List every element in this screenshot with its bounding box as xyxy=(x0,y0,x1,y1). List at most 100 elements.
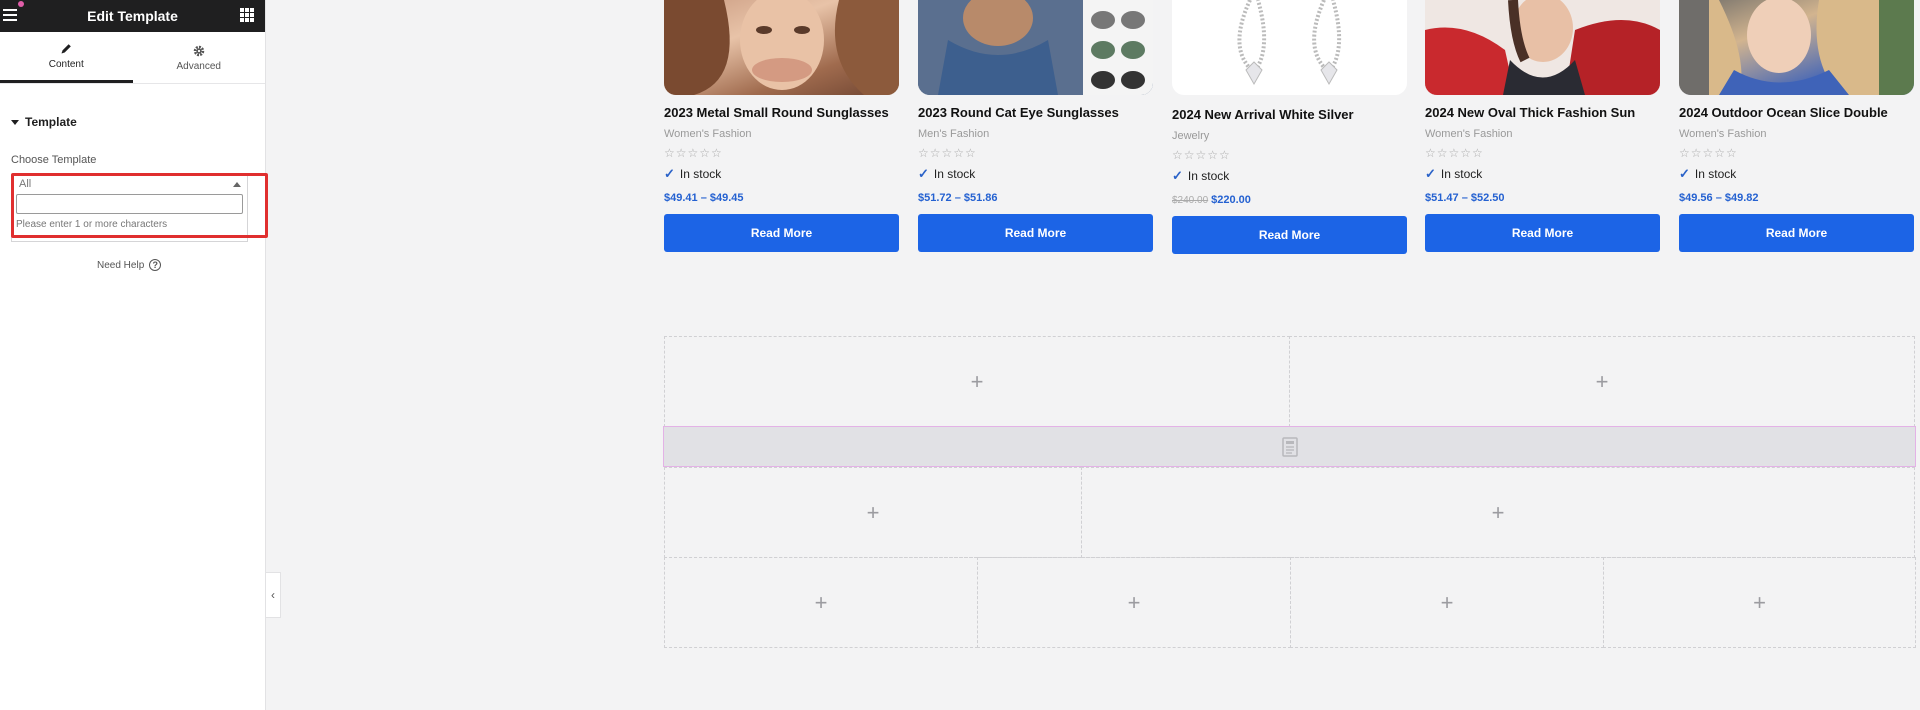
add-element-cell[interactable]: + xyxy=(664,336,1290,427)
editor-panel: Edit Template Content Advanced Template … xyxy=(0,0,266,710)
tab-advanced-label: Advanced xyxy=(176,60,221,72)
price-value: $51.72 – $51.86 xyxy=(918,192,998,204)
product-category[interactable]: Women's Fashion xyxy=(1425,128,1660,140)
old-price: $240.00 xyxy=(1172,195,1209,206)
panel-title: Edit Template xyxy=(87,8,178,24)
pencil-icon xyxy=(61,44,72,54)
gear-icon xyxy=(193,45,204,56)
template-select-box[interactable]: All xyxy=(11,175,248,192)
plus-icon: + xyxy=(970,368,984,394)
section-title: Template xyxy=(25,115,77,129)
tab-advanced[interactable]: Advanced xyxy=(133,32,266,83)
earrings-photo xyxy=(1237,0,1342,86)
document-icon xyxy=(1281,436,1298,457)
template-search-input[interactable] xyxy=(16,194,243,214)
product-card: 2024 Outdoor Ocean Slice Double Women's … xyxy=(1679,0,1914,252)
product-card: 2023 Metal Small Round Sunglasses Women'… xyxy=(664,0,899,252)
product-name[interactable]: 2023 Metal Small Round Sunglasses xyxy=(664,105,899,120)
read-more-button[interactable]: Read More xyxy=(1425,214,1660,252)
tab-content[interactable]: Content xyxy=(0,32,133,83)
product-category[interactable]: Women's Fashion xyxy=(664,128,899,140)
stock-status: ✓ In stock xyxy=(1172,168,1407,184)
price-value: $49.41 – $49.45 xyxy=(664,192,744,204)
product-image[interactable] xyxy=(1679,0,1914,95)
read-more-button[interactable]: Read More xyxy=(1679,214,1914,252)
stock-status: ✓ In stock xyxy=(1425,166,1660,182)
product-card: 2023 Round Cat Eye Sunglasses Men's Fash… xyxy=(918,0,1153,252)
menu-icon[interactable] xyxy=(3,7,19,23)
caret-down-icon xyxy=(11,119,19,125)
add-element-cell[interactable]: + xyxy=(1290,557,1604,648)
stock-label: In stock xyxy=(933,167,976,181)
add-element-cell[interactable]: + xyxy=(977,557,1291,648)
need-help-link[interactable]: Need Help ? xyxy=(97,259,162,271)
product-price: $49.56 – $49.82 xyxy=(1679,192,1914,204)
portrait-photo xyxy=(1425,0,1660,95)
product-image[interactable] xyxy=(918,0,1153,95)
template-select-value: All xyxy=(19,178,32,190)
product-image[interactable] xyxy=(664,0,899,95)
add-element-cell[interactable]: + xyxy=(1081,467,1915,558)
add-element-cell[interactable]: + xyxy=(1289,336,1915,427)
check-icon: ✓ xyxy=(664,166,675,181)
rating-stars: ☆☆☆☆☆ xyxy=(1679,146,1738,160)
product-name[interactable]: 2024 New Arrival White Silver xyxy=(1172,107,1407,122)
check-icon: ✓ xyxy=(918,166,929,181)
read-more-button[interactable]: Read More xyxy=(1172,216,1407,254)
read-more-button[interactable]: Read More xyxy=(918,214,1153,252)
add-element-cell[interactable]: + xyxy=(664,557,978,648)
product-category[interactable]: Women's Fashion xyxy=(1679,128,1914,140)
choose-template-label: Choose Template xyxy=(11,154,97,166)
template-select[interactable]: All Please enter 1 or more characters xyxy=(11,175,248,242)
plus-icon: + xyxy=(814,589,828,615)
product-price: $51.47 – $52.50 xyxy=(1425,192,1660,204)
price-value: $220.00 xyxy=(1211,194,1251,206)
portrait-photo xyxy=(918,0,1153,95)
template-widget[interactable] xyxy=(663,426,1916,467)
select-message: Please enter 1 or more characters xyxy=(16,219,168,230)
product-price: $49.41 – $49.45 xyxy=(664,192,899,204)
need-help-label: Need Help xyxy=(97,259,145,271)
stock-label: In stock xyxy=(1187,169,1230,183)
plus-icon: + xyxy=(1595,368,1609,394)
portrait-photo xyxy=(664,0,899,95)
collapse-panel-button[interactable]: ‹ xyxy=(266,572,281,618)
plus-icon: + xyxy=(1753,589,1766,615)
stock-label: In stock xyxy=(1440,167,1483,181)
panel-tabs: Content Advanced xyxy=(0,32,265,84)
stock-label: In stock xyxy=(1694,167,1737,181)
panel-header: Edit Template xyxy=(0,0,265,32)
plus-icon: + xyxy=(866,499,880,525)
product-price: $240.00 $220.00 xyxy=(1172,194,1407,206)
product-image[interactable] xyxy=(1425,0,1660,95)
product-category[interactable]: Men's Fashion xyxy=(918,128,1153,140)
stock-status: ✓ In stock xyxy=(918,166,1153,182)
product-card: 2024 New Oval Thick Fashion Sun Women's … xyxy=(1425,0,1660,252)
plus-icon: + xyxy=(1491,499,1505,525)
stock-label: In stock xyxy=(679,167,722,181)
product-name[interactable]: 2024 New Oval Thick Fashion Sun xyxy=(1425,105,1660,120)
product-category[interactable]: Jewelry xyxy=(1172,130,1407,142)
price-value: $51.47 – $52.50 xyxy=(1425,192,1505,204)
plus-icon: + xyxy=(1127,589,1141,615)
plus-icon: + xyxy=(1440,589,1454,615)
product-name[interactable]: 2023 Round Cat Eye Sunglasses xyxy=(918,105,1153,120)
product-card: 2024 New Arrival White Silver Jewelry ☆☆… xyxy=(1172,0,1407,254)
product-name[interactable]: 2024 Outdoor Ocean Slice Double xyxy=(1679,105,1914,120)
rating-stars: ☆☆☆☆☆ xyxy=(664,146,723,160)
apps-grid-icon[interactable] xyxy=(240,8,254,22)
tab-content-label: Content xyxy=(48,59,84,70)
caret-up-icon xyxy=(233,182,241,187)
product-image[interactable] xyxy=(1172,0,1407,95)
portrait-photo xyxy=(1679,0,1914,95)
check-icon: ✓ xyxy=(1425,166,1436,181)
add-element-cell[interactable]: + xyxy=(664,467,1082,558)
chevron-left-icon: ‹ xyxy=(271,588,275,602)
read-more-button[interactable]: Read More xyxy=(664,214,899,252)
rating-stars: ☆☆☆☆☆ xyxy=(918,146,977,160)
add-element-cell[interactable]: + xyxy=(1603,557,1916,648)
check-icon: ✓ xyxy=(1679,166,1690,181)
product-price: $51.72 – $51.86 xyxy=(918,192,1153,204)
template-section-toggle[interactable]: Template xyxy=(11,115,265,129)
question-icon: ? xyxy=(149,259,162,271)
